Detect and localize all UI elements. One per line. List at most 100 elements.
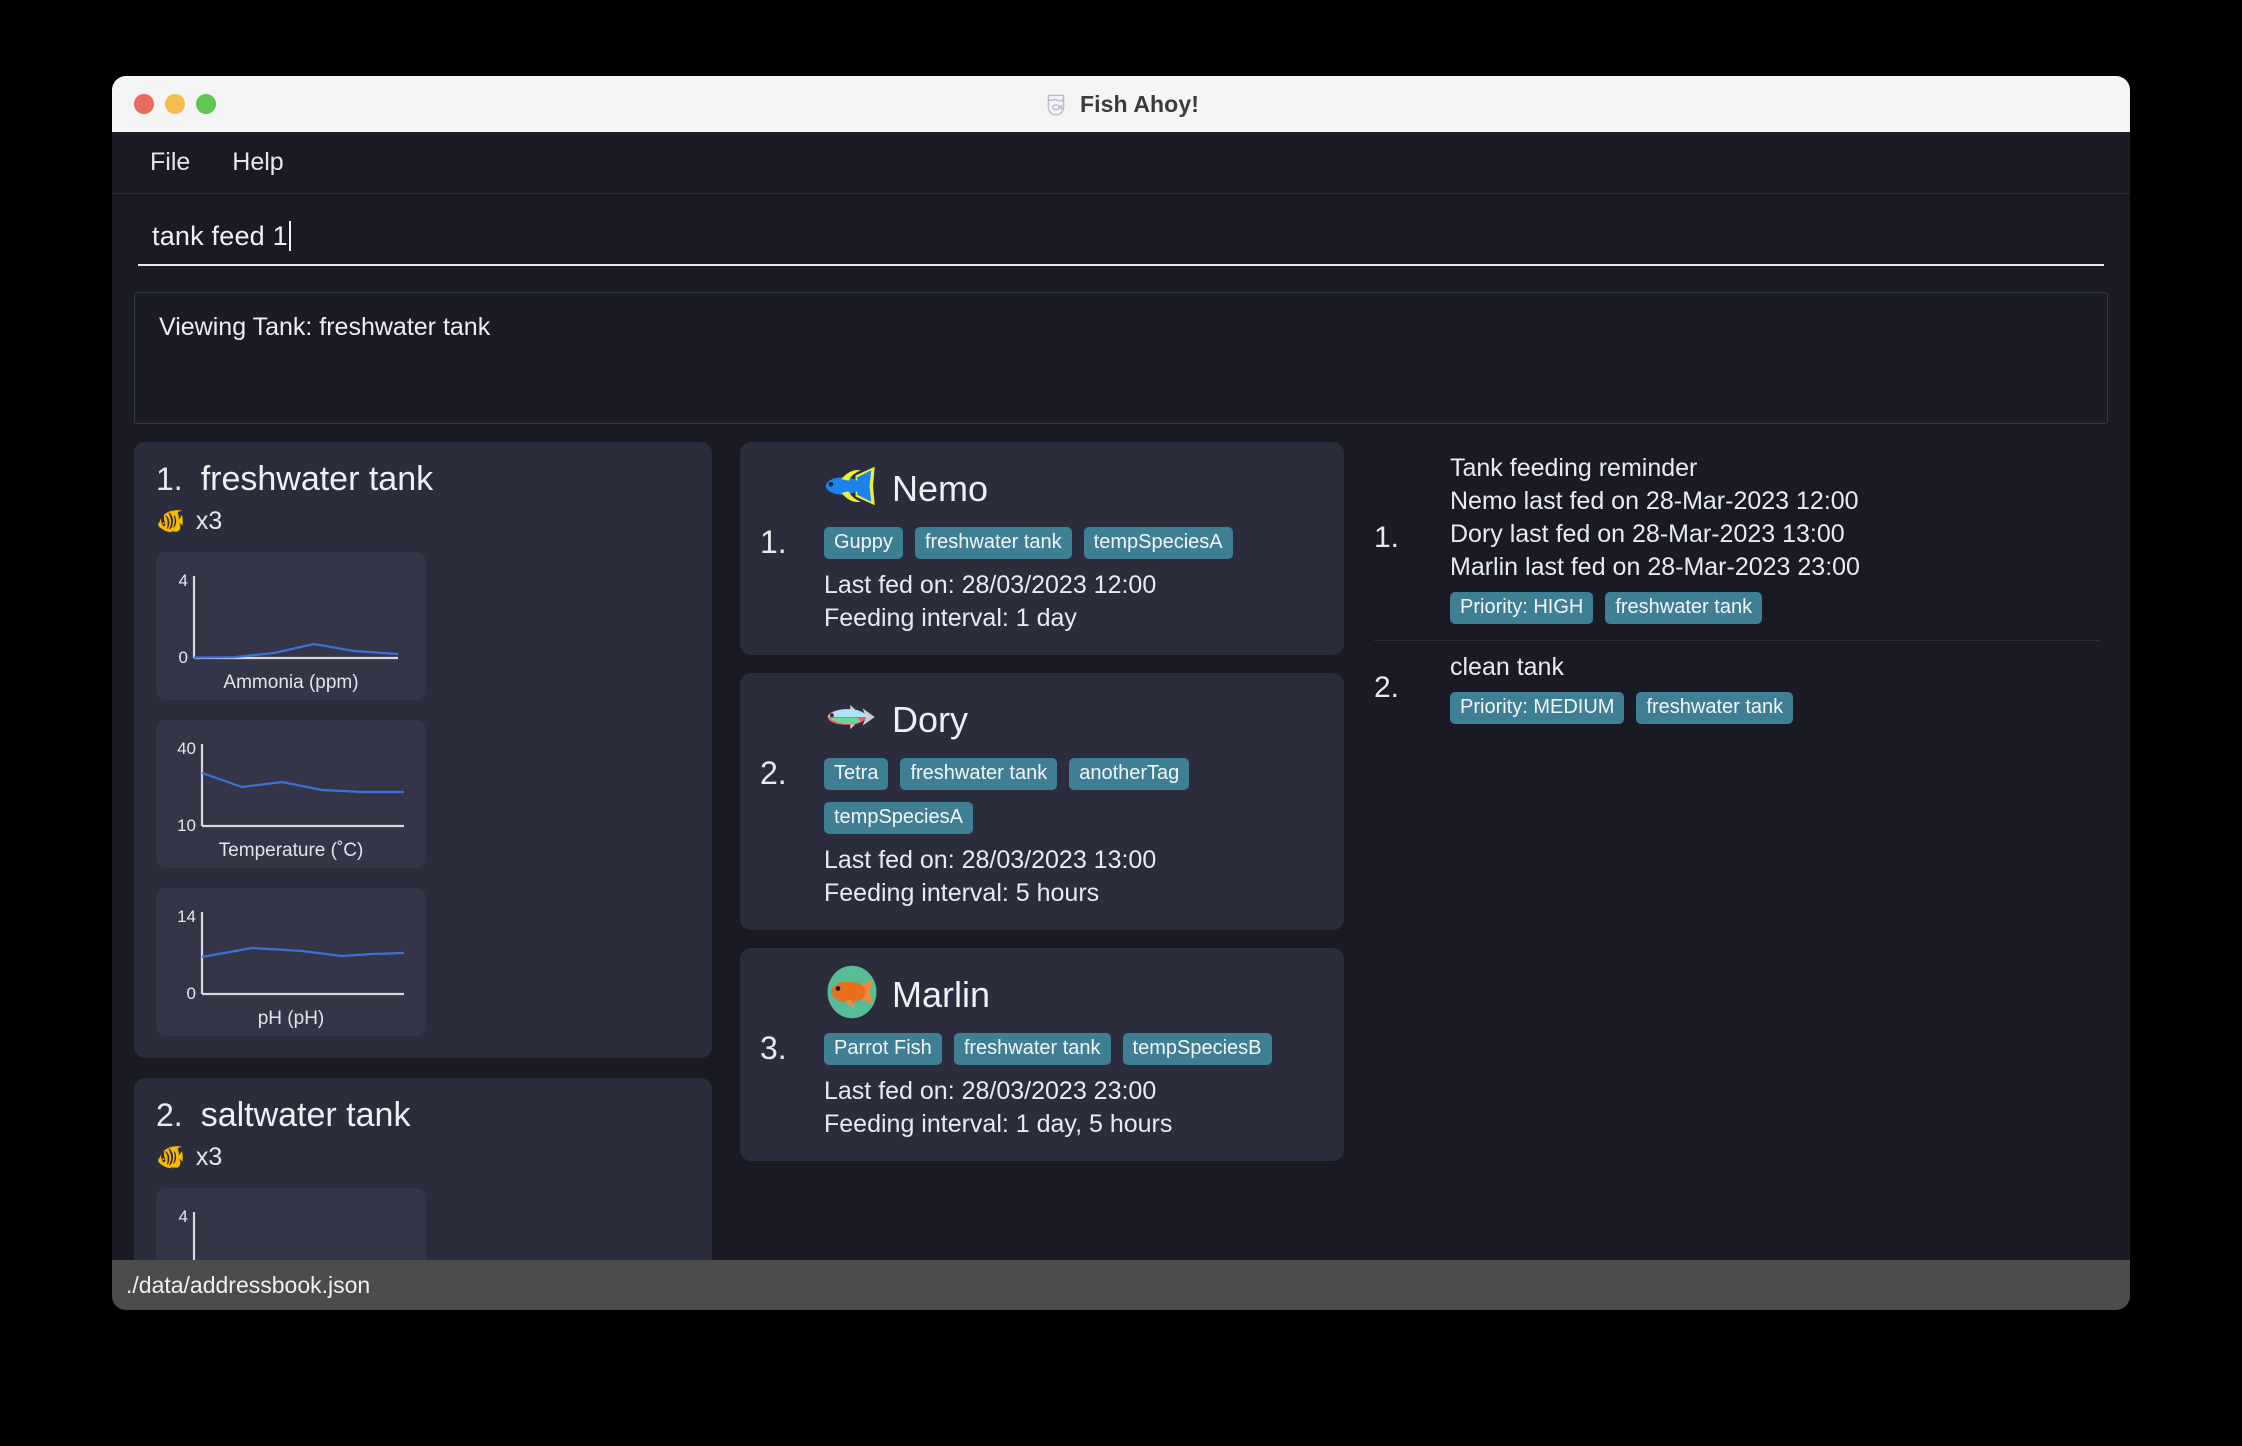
fish-card[interactable]: 2. Dory Tetra freshwater tank anotherTag…: [740, 673, 1344, 930]
tank-charts: 4 Ammonia (ppm) 40 T: [156, 1188, 690, 1260]
chart-ammonia: 4 Ammonia (ppm): [156, 1188, 426, 1260]
fish-meta: Last fed on: 28/03/2023 12:00 Feeding in…: [824, 569, 1324, 635]
goldfish-icon: [824, 964, 880, 1025]
fish-icon: 🐠: [156, 507, 186, 535]
fish-tags: Tetra freshwater tank anotherTag tempSpe…: [824, 758, 1324, 834]
tank-fish-count-label: x3: [195, 507, 223, 535]
fish-name: Nemo: [892, 467, 989, 509]
fish-body: Nemo Guppy freshwater tank tempSpeciesA …: [824, 458, 1324, 635]
chart-temperature: 40 10 Temperature (˚C): [156, 720, 426, 868]
svg-text:4: 4: [179, 1207, 188, 1226]
tag[interactable]: freshwater tank: [914, 527, 1072, 559]
tank-fish-count: 🐠 x3: [156, 1143, 690, 1172]
reminder-list-panel[interactable]: 1. Tank feeding reminder Nemo last fed o…: [1350, 442, 2130, 1260]
chart-temperature-label: Temperature (˚C): [218, 840, 364, 861]
text-caret: [288, 221, 291, 251]
fish-body: Marlin Parrot Fish freshwater tank tempS…: [824, 964, 1324, 1141]
tag[interactable]: tempSpeciesA: [824, 802, 973, 834]
fish-feeding-interval: Feeding interval: 1 day: [824, 604, 1077, 632]
reminder-tags: Priority: MEDIUM freshwater tank: [1450, 692, 2100, 724]
tank-charts: 4 0 Ammonia (ppm) 40 10 Temperature (˚C)…: [156, 552, 690, 1036]
priority-badge[interactable]: Priority: HIGH: [1450, 592, 1594, 624]
tag[interactable]: freshwater tank: [953, 1033, 1111, 1065]
app-title: Fish Ahoy!: [1080, 90, 1199, 117]
title-bar: Fish Ahoy!: [112, 76, 2130, 132]
chart-ammonia-plot: 4 0: [166, 564, 416, 672]
close-button[interactable]: [134, 94, 154, 114]
tag[interactable]: Tetra: [824, 758, 889, 790]
tank-index: 2.: [156, 1097, 183, 1133]
tank-fish-count: 🐠 x3: [156, 507, 690, 536]
reminder-title: clean tank: [1450, 653, 1564, 681]
tank-card[interactable]: 2. saltwater tank 🐠 x3 4: [134, 1078, 712, 1260]
output-box: Viewing Tank: freshwater tank: [134, 292, 2108, 424]
status-bar-path: ./data/addressbook.json: [126, 1271, 371, 1298]
svg-text:0: 0: [187, 984, 196, 1003]
tank-list-panel[interactable]: 1. freshwater tank 🐠 x3 4 0 Ammonia (ppm…: [112, 442, 734, 1260]
window-controls: [134, 94, 216, 114]
tank-name: saltwater tank: [200, 1096, 411, 1134]
fish-meta: Last fed on: 28/03/2023 23:00 Feeding in…: [824, 1075, 1324, 1141]
output-text: Viewing Tank: freshwater tank: [159, 313, 491, 341]
fish-tank-icon: [1043, 91, 1069, 117]
reminder-detail: Dory last fed on 28-Mar-2023 13:00: [1450, 520, 1845, 548]
fish-card[interactable]: 1. Nemo Guppy freshwater tank tempSpecie…: [740, 442, 1344, 655]
priority-badge[interactable]: Priority: MEDIUM: [1450, 692, 1625, 724]
fish-title: Marlin: [824, 964, 1324, 1025]
tank-fish-count-label: x3: [195, 1143, 223, 1171]
menu-item-file[interactable]: File: [136, 144, 204, 181]
svg-text:4: 4: [179, 571, 188, 590]
tropical-fish-icon: [824, 689, 880, 750]
fish-name: Marlin: [892, 973, 991, 1015]
chart-ph-plot: 14 0: [166, 900, 416, 1008]
tank-card[interactable]: 1. freshwater tank 🐠 x3 4 0 Ammonia (ppm…: [134, 442, 712, 1058]
tag[interactable]: tempSpeciesB: [1122, 1033, 1272, 1065]
chart-ph-label: pH (pH): [257, 1008, 325, 1029]
tag[interactable]: tempSpeciesA: [1083, 527, 1233, 559]
output-area: Viewing Tank: freshwater tank: [112, 276, 2130, 424]
tank-header: 2. saltwater tank: [156, 1096, 690, 1135]
fish-icon: 🐠: [156, 1143, 186, 1171]
fish-feeding-interval: Feeding interval: 1 day, 5 hours: [824, 1110, 1173, 1138]
chart-temperature-plot: 40 10: [166, 732, 416, 840]
svg-text:0: 0: [179, 648, 188, 667]
fish-tags: Parrot Fish freshwater tank tempSpeciesB: [824, 1033, 1324, 1065]
title-center: Fish Ahoy!: [112, 91, 2130, 118]
tag[interactable]: Guppy: [824, 527, 903, 559]
reminder-index: 2.: [1374, 670, 1400, 704]
reminder-index: 1.: [1374, 521, 1400, 554]
reminder-row[interactable]: 2. clean tank Priority: MEDIUM freshwate…: [1374, 641, 2100, 740]
fish-feeding-interval: Feeding interval: 5 hours: [824, 879, 1100, 907]
fish-index: 2.: [760, 755, 787, 791]
status-bar: ./data/addressbook.json: [112, 1260, 2130, 1310]
minimize-button[interactable]: [165, 94, 185, 114]
menu-item-help[interactable]: Help: [218, 144, 297, 181]
tag[interactable]: freshwater tank: [1636, 692, 1794, 724]
tank-name: freshwater tank: [200, 460, 434, 498]
reminder-detail: Marlin last fed on 28-Mar-2023 23:00: [1450, 553, 1860, 581]
tag[interactable]: freshwater tank: [1605, 592, 1763, 624]
reminder-tags: Priority: HIGH freshwater tank: [1450, 592, 2100, 624]
svg-text:40: 40: [177, 739, 196, 758]
fish-last-fed: Last fed on: 28/03/2023 13:00: [824, 846, 1157, 874]
tag[interactable]: anotherTag: [1069, 758, 1190, 790]
menu-bar: File Help: [112, 132, 2130, 194]
tag[interactable]: Parrot Fish: [824, 1033, 942, 1065]
reminder-body: Tank feeding reminder Nemo last fed on 2…: [1450, 452, 2100, 624]
tag[interactable]: freshwater tank: [900, 758, 1058, 790]
svg-text:10: 10: [177, 816, 196, 835]
reminder-body: clean tank Priority: MEDIUM freshwater t…: [1450, 651, 2100, 724]
fish-card[interactable]: 3. Marlin Parrot Fish freshwater tank te…: [740, 948, 1344, 1161]
command-input-area: tank feed 1: [112, 194, 2130, 276]
guppy-icon: [824, 458, 880, 519]
command-input[interactable]: tank feed 1: [138, 208, 2104, 266]
fish-last-fed: Last fed on: 28/03/2023 23:00: [824, 1077, 1157, 1105]
fish-list-panel[interactable]: 1. Nemo Guppy freshwater tank tempSpecie…: [734, 442, 1350, 1260]
reminder-detail: Nemo last fed on 28-Mar-2023 12:00: [1450, 487, 1859, 515]
chart-ph: 14 0 pH (pH): [156, 888, 426, 1036]
fish-title: Dory: [824, 689, 1324, 750]
reminder-title: Tank feeding reminder: [1450, 454, 1698, 482]
chart-ammonia: 4 0 Ammonia (ppm): [156, 552, 426, 700]
reminder-row[interactable]: 1. Tank feeding reminder Nemo last fed o…: [1374, 442, 2100, 641]
maximize-button[interactable]: [196, 94, 216, 114]
